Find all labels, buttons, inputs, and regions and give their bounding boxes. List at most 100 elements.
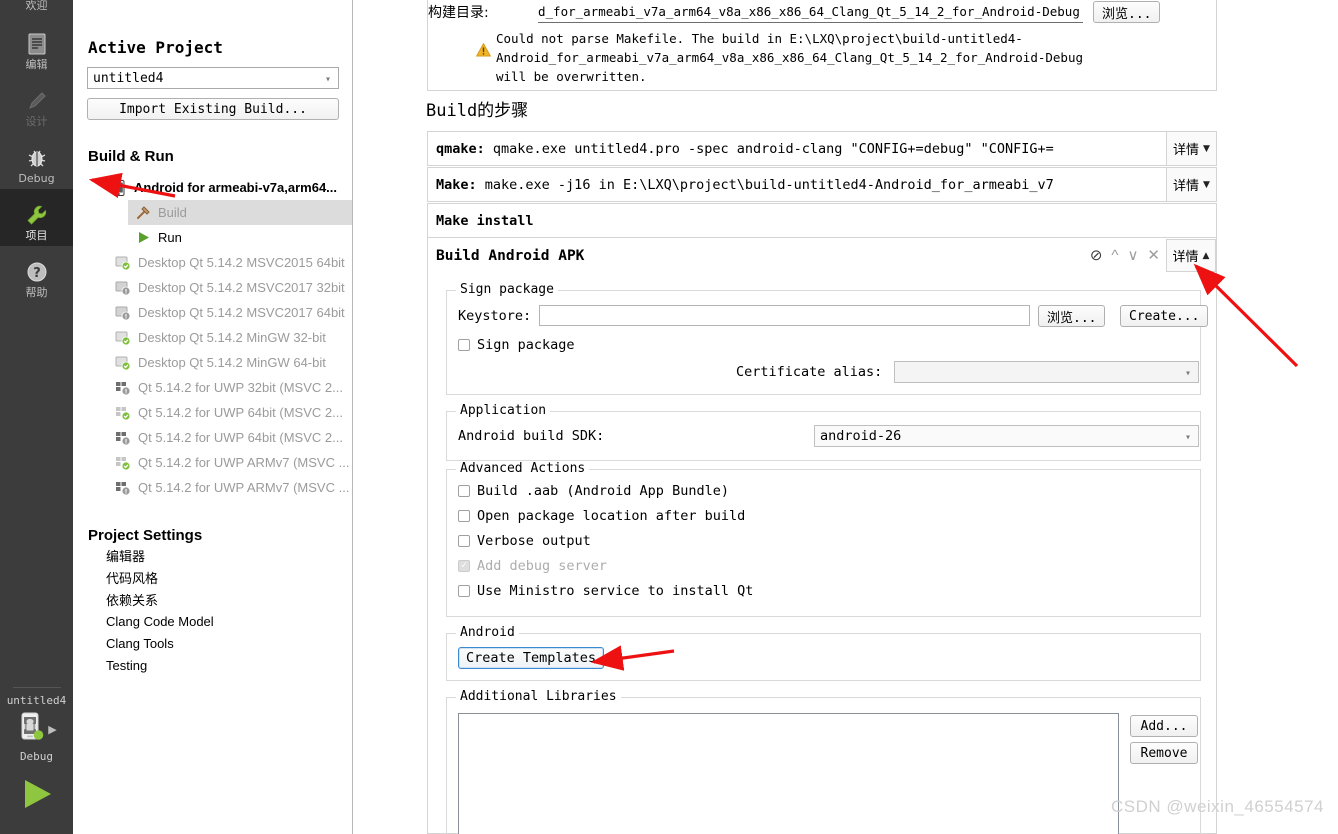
build-step-make-detail-label: 详情 [1173,179,1200,194]
chevron-down-icon: ▾ [1184,432,1191,443]
open-package-location-checkbox[interactable]: Open package location after build [458,508,745,524]
kit-list-item-android[interactable]: Android for armeabi-v7a,arm64... [73,175,352,200]
sign-package-checkbox-label: Sign package [477,337,575,353]
android-build-sdk-combo[interactable]: android-26 ▾ [814,425,1199,447]
create-templates-button[interactable]: Create Templates [458,647,605,669]
kit-list: Android for armeabi-v7a,arm64... Build R… [73,175,352,500]
desktop-warn-icon: ! [113,306,133,320]
chevron-down-icon: ▾ [324,74,331,85]
build-aab-checkbox-label: Build .aab (Android App Bundle) [477,483,729,499]
android-device-icon [16,710,46,749]
kit-list-item-desktop-mingw-32[interactable]: Desktop Qt 5.14.2 MinGW 32-bit [73,325,352,350]
build-step-android-apk-detail-button[interactable]: 详情 ▲ [1166,239,1216,272]
mode-item-welcome[interactable]: 欢迎 [0,0,73,18]
mode-item-projects[interactable]: 项目 [0,189,73,246]
mode-item-debug[interactable]: Debug [0,132,73,189]
mode-item-design: 设计 [0,75,73,132]
kit-selector-buildconfig: Debug [19,750,54,763]
build-step-make-name: Make: [436,176,477,193]
kit-selector-project: untitled4 [6,694,67,707]
verbose-output-checkbox[interactable]: Verbose output [458,533,591,549]
svg-text:!: ! [125,438,128,445]
keystore-browse-button[interactable]: 浏览... [1038,305,1106,327]
project-setting-code-style[interactable]: 代码风格 [73,566,352,588]
project-setting-clang-tools[interactable]: Clang Tools [73,632,352,654]
build-step-android-apk-header: Build Android APK ⊘ ^ ∨ ✕ 详情 ▲ [428,238,1216,273]
kit-list-item-run-label: Run [158,230,182,245]
kit-list-item-uwp-32-label: Qt 5.14.2 for UWP 32bit (MSVC 2... [138,380,343,395]
active-project-combo[interactable]: untitled4 ▾ [87,67,339,89]
chevron-up-icon: ▲ [1202,250,1210,261]
verbose-output-checkbox-label: Verbose output [477,533,591,549]
mode-item-help[interactable]: ? 帮助 [0,246,73,303]
run-play-icon [17,780,57,815]
run-button[interactable] [17,777,57,816]
build-step-qmake-command: qmake.exe untitled4.pro -spec android-cl… [492,140,1054,157]
advanced-actions-group: Advanced Actions Build .aab (Android App… [446,461,1201,617]
build-step-make-detail-button[interactable]: 详情 ▼ [1166,168,1216,201]
kit-list-item-uwp-armv7-a[interactable]: Qt 5.14.2 for UWP ARMv7 (MSVC ... [73,450,352,475]
kit-list-item-build[interactable]: Build [128,200,352,225]
kit-list-item-desktop-msvc2015-64[interactable]: Desktop Qt 5.14.2 MSVC2015 64bit [73,250,352,275]
build-step-qmake-detail-button[interactable]: 详情 ▼ [1166,132,1216,165]
import-existing-build-button[interactable]: Import Existing Build... [87,98,339,120]
certificate-alias-label: Certificate alias: [736,364,883,380]
additional-libraries-legend: Additional Libraries [456,689,621,704]
kit-selector-icon-row: ▶ [16,710,57,749]
keystore-label: Keystore: [458,308,532,324]
active-project-combo-value: untitled4 [93,70,164,86]
use-ministro-checkbox[interactable]: Use Ministro service to install Qt [458,583,753,599]
android-group: Android Create Templates [446,625,1201,681]
kit-list-item-run[interactable]: Run [73,225,352,250]
build-step-android-apk-title: Build Android APK [436,247,585,264]
disable-step-icon[interactable]: ⊘ [1090,248,1103,263]
kit-list-item-desktop-msvc2015-64-label: Desktop Qt 5.14.2 MSVC2015 64bit [138,255,345,270]
additional-libraries-remove-button[interactable]: Remove [1130,742,1198,764]
build-directory-input[interactable]: d_for_armeabi_v7a_arm64_v8a_x86_x86_64_C… [538,1,1083,23]
move-up-icon: ^ [1111,247,1119,264]
build-step-android-apk-tools: ⊘ ^ ∨ ✕ [1090,248,1166,263]
build-step-qmake: qmake: qmake.exe untitled4.pro -spec and… [427,131,1217,166]
pencil-design-icon [25,88,49,114]
desktop-warn-icon: ! [113,281,133,295]
project-setting-dependencies[interactable]: 依赖关系 [73,588,352,610]
sign-package-legend: Sign package [456,282,558,297]
keystore-input[interactable] [539,305,1030,326]
build-and-run-title: Build & Run [88,148,174,165]
project-setting-testing[interactable]: Testing [73,654,352,676]
build-directory-browse-button[interactable]: 浏览... [1093,1,1161,23]
uwp-ok-icon [113,406,133,420]
build-step-android-apk-detail-label: 详情 [1172,250,1199,265]
sign-package-checkbox[interactable]: Sign package [458,337,575,353]
move-down-icon: ∨ [1127,247,1139,264]
kit-selector[interactable]: untitled4 ▶ Debug [0,694,73,763]
kit-list-item-desktop-msvc2017-64[interactable]: ! Desktop Qt 5.14.2 MSVC2017 64bit [73,300,352,325]
build-step-qmake-detail-label: 详情 [1173,143,1200,158]
kit-list-item-uwp-32[interactable]: ! Qt 5.14.2 for UWP 32bit (MSVC 2... [73,375,352,400]
play-icon [133,231,153,244]
build-step-make-command: make.exe -j16 in E:\LXQ\project\build-un… [484,176,1054,193]
android-build-sdk-value: android-26 [820,428,902,444]
svg-text:!: ! [125,488,128,495]
kit-list-item-desktop-msvc2017-64-label: Desktop Qt 5.14.2 MSVC2017 64bit [138,305,345,320]
kit-list-item-uwp-armv7-b[interactable]: ! Qt 5.14.2 for UWP ARMv7 (MSVC ... [73,475,352,500]
svg-text:?: ? [33,266,41,281]
kit-list-item-uwp-64-a[interactable]: Qt 5.14.2 for UWP 64bit (MSVC 2... [73,400,352,425]
kit-list-item-desktop-msvc2017-32-label: Desktop Qt 5.14.2 MSVC2017 32bit [138,280,345,295]
additional-libraries-add-button[interactable]: Add... [1130,715,1198,737]
project-setting-editor[interactable]: 编辑器 [73,544,352,566]
kit-list-item-desktop-mingw-64-label: Desktop Qt 5.14.2 MinGW 64-bit [138,355,326,370]
checkbox-checked-disabled-icon: ✓ [458,560,470,572]
build-directory-label: 构建目录: [428,5,489,21]
kit-list-item-uwp-64-b[interactable]: ! Qt 5.14.2 for UWP 64bit (MSVC 2... [73,425,352,450]
bug-icon [25,145,49,171]
keystore-create-button[interactable]: Create... [1120,305,1209,327]
mode-item-edit[interactable]: 编辑 [0,18,73,75]
kit-list-item-desktop-mingw-64[interactable]: Desktop Qt 5.14.2 MinGW 64-bit [73,350,352,375]
additional-libraries-list[interactable] [458,713,1119,834]
build-aab-checkbox[interactable]: Build .aab (Android App Bundle) [458,483,729,499]
build-step-make-install-text: Make install [428,213,1216,229]
project-setting-clang-code-model[interactable]: Clang Code Model [73,610,352,632]
sign-package-group: Sign package Keystore: 浏览... Create... S… [446,282,1209,395]
kit-list-item-desktop-msvc2017-32[interactable]: ! Desktop Qt 5.14.2 MSVC2017 32bit [73,275,352,300]
